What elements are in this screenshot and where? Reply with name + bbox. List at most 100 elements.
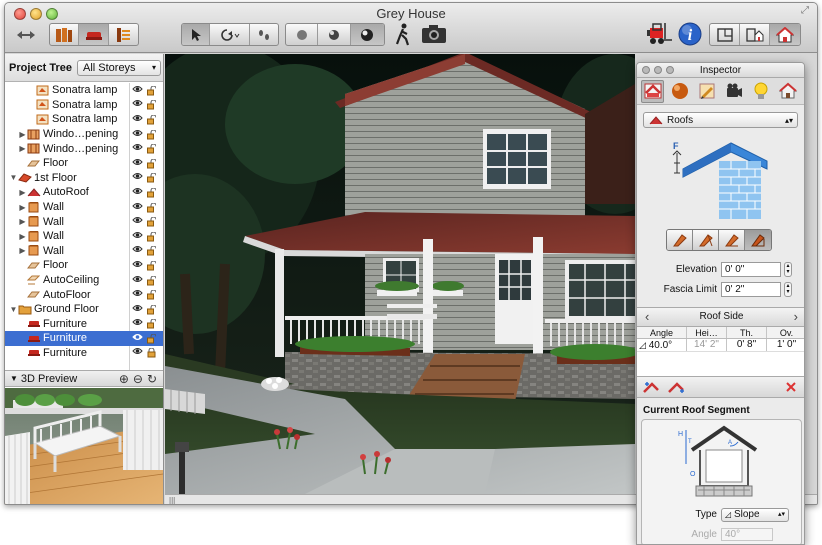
add-segment-button[interactable]	[642, 380, 662, 395]
col-height[interactable]: Hei…	[687, 327, 727, 338]
tab-camera[interactable]	[722, 80, 745, 103]
eye-icon[interactable]	[132, 187, 143, 198]
view-flat-button[interactable]	[286, 24, 319, 45]
fascia-limit-stepper[interactable]: ▴ ▾	[784, 281, 792, 297]
library-button[interactable]	[50, 24, 80, 45]
zoom-in-icon[interactable]: ⊕	[119, 372, 129, 386]
roof-type-shed-button[interactable]	[745, 230, 771, 250]
3d-preview-image[interactable]	[5, 388, 163, 504]
camera-button[interactable]	[421, 23, 447, 47]
info-button[interactable]: i	[677, 21, 703, 47]
segment-angle-input[interactable]: 40°	[721, 528, 773, 541]
tree-row[interactable]: ▼ 1st Floor	[5, 171, 163, 186]
tree-row[interactable]: Floor	[5, 156, 163, 171]
eye-icon[interactable]	[132, 99, 143, 110]
lock-open-icon[interactable]	[147, 216, 157, 227]
lock-open-icon[interactable]	[147, 172, 157, 183]
lock-closed-icon[interactable]	[147, 348, 156, 358]
prev-side-icon[interactable]: ‹	[645, 308, 649, 326]
walk-button[interactable]	[393, 23, 413, 47]
eye-icon[interactable]	[132, 304, 143, 315]
tree-row[interactable]: AutoFloor	[5, 287, 163, 302]
tree-row[interactable]: ▶ Windo…pening	[5, 127, 163, 142]
tab-object[interactable]	[641, 79, 664, 103]
col-thickness[interactable]: Th.	[727, 327, 767, 338]
view-render-button[interactable]	[350, 24, 384, 45]
eye-icon[interactable]	[132, 231, 143, 242]
tree-row[interactable]: ▶ Wall	[5, 244, 163, 259]
roof-type-flat-button[interactable]	[719, 230, 745, 250]
disclosure-triangle-icon[interactable]: ▶	[18, 232, 27, 241]
eye-icon[interactable]	[132, 172, 143, 183]
table-row[interactable]: ◿ 40.0° 14' 2" 0' 8" 1' 0"	[637, 339, 804, 352]
storey-filter-select[interactable]: All Storeys ▾	[76, 59, 161, 76]
3d-view-canvas[interactable]	[165, 54, 635, 494]
eye-icon[interactable]	[132, 347, 143, 358]
disclosure-triangle-icon[interactable]: ▶	[18, 246, 27, 255]
split-view-button[interactable]	[740, 24, 770, 45]
eye-icon[interactable]	[132, 158, 143, 169]
object-type-select[interactable]: Roofs ▴▾	[643, 112, 798, 128]
tree-row[interactable]: Furniture	[5, 346, 163, 361]
back-forward-icon[interactable]	[15, 27, 37, 43]
tree-row[interactable]: AutoCeiling	[5, 273, 163, 288]
tree-row[interactable]: Floor	[5, 258, 163, 273]
resize-grip-icon[interactable]: |||	[169, 496, 175, 504]
tree-row[interactable]: Sonatra lamp	[5, 83, 163, 98]
eye-icon[interactable]	[132, 143, 143, 154]
furniture-toolbar-button[interactable]	[79, 24, 109, 45]
inspector-list-button[interactable]	[109, 24, 138, 45]
eye-icon[interactable]	[132, 318, 143, 329]
disclosure-triangle-icon[interactable]: ▼	[9, 173, 18, 182]
lock-open-icon[interactable]	[147, 260, 157, 271]
disclosure-triangle-icon[interactable]: ▶	[18, 217, 27, 226]
disclosure-triangle-icon[interactable]: ▶	[18, 188, 27, 197]
lock-open-icon[interactable]	[147, 289, 157, 300]
lock-open-icon[interactable]	[147, 202, 157, 213]
segment-type-select[interactable]: ◿ Slope ▴▾	[721, 507, 789, 522]
disclosure-triangle-icon[interactable]: ▶	[18, 203, 27, 212]
tab-drawing[interactable]	[695, 80, 718, 103]
zoom-out-icon[interactable]: ⊖	[133, 372, 143, 386]
lock-open-icon[interactable]	[147, 99, 157, 110]
elevation-stepper[interactable]: ▴ ▾	[784, 261, 792, 277]
tree-row[interactable]: Furniture	[5, 331, 163, 346]
fascia-limit-input[interactable]: 0' 2"	[721, 281, 781, 297]
footprints-button[interactable]	[250, 24, 278, 45]
tree-row[interactable]: ▶ Wall	[5, 200, 163, 215]
tree-row[interactable]: ▼ Ground Floor	[5, 302, 163, 317]
pointer-button[interactable]	[182, 24, 210, 45]
lock-open-icon[interactable]	[147, 129, 157, 140]
tab-material[interactable]	[668, 80, 691, 103]
eye-icon[interactable]	[132, 333, 143, 344]
3d-view-button[interactable]	[770, 24, 800, 45]
rotate-button[interactable]	[210, 24, 250, 45]
lock-open-icon[interactable]	[147, 275, 157, 286]
lock-open-icon[interactable]	[147, 231, 157, 242]
eye-icon[interactable]	[132, 289, 143, 300]
view-shaded-button[interactable]	[318, 24, 351, 45]
elevation-input[interactable]: 0' 0"	[721, 261, 781, 277]
lock-open-icon[interactable]	[147, 143, 157, 154]
insert-segment-button[interactable]	[667, 380, 687, 395]
inspector-zoom-button[interactable]	[666, 66, 674, 74]
tree-row[interactable]: Sonatra lamp	[5, 98, 163, 113]
eye-icon[interactable]	[132, 245, 143, 256]
lock-open-icon[interactable]	[147, 318, 157, 329]
tree-row[interactable]: ▶ AutoRoof	[5, 185, 163, 200]
eye-icon[interactable]	[132, 260, 143, 271]
next-side-icon[interactable]: ›	[794, 308, 798, 326]
rotate-preview-icon[interactable]: ↻	[147, 372, 157, 386]
tree-row[interactable]: Furniture	[5, 317, 163, 332]
tree-row[interactable]: Sonatra lamp	[5, 112, 163, 127]
lock-open-icon[interactable]	[147, 245, 157, 256]
eye-icon[interactable]	[132, 216, 143, 227]
disclosure-triangle-icon[interactable]: ▼	[9, 305, 18, 314]
delete-segment-button[interactable]	[783, 380, 803, 395]
eye-icon[interactable]	[132, 275, 143, 286]
inspector-close-button[interactable]	[642, 66, 650, 74]
disclosure-triangle-icon[interactable]: ▶	[18, 130, 27, 139]
eye-icon[interactable]	[132, 114, 143, 125]
roof-type-hip-button[interactable]	[693, 230, 719, 250]
tree-row[interactable]: ▶ Wall	[5, 229, 163, 244]
